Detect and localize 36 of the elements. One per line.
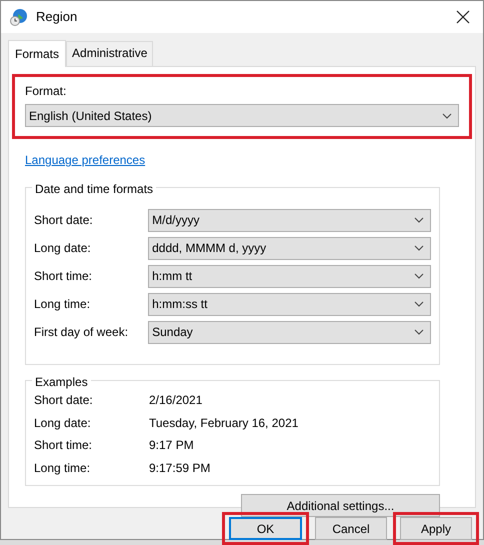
dialog-button[interactable]: OK xyxy=(229,517,302,540)
chevron-down-icon xyxy=(414,301,424,307)
field-label: Long time: xyxy=(34,460,92,477)
window-title: Region xyxy=(36,8,78,26)
chevron-down-icon xyxy=(414,245,424,251)
format-dropdown[interactable]: h:mm:ss tt xyxy=(148,292,431,316)
field-label: Short date: xyxy=(34,212,94,229)
field-label: Long time: xyxy=(34,296,92,313)
chevron-down-icon xyxy=(414,273,424,279)
format-dropdown[interactable]: M/d/yyyy xyxy=(148,208,431,232)
language-preferences-link[interactable]: Language preferences xyxy=(25,153,146,167)
dialog-button[interactable]: Cancel xyxy=(315,517,387,540)
example-value: 2/16/2021 xyxy=(149,392,202,410)
close-icon xyxy=(456,10,470,24)
field-label: Short date: xyxy=(34,392,94,410)
format-dropdown[interactable]: Sunday xyxy=(148,320,431,344)
format-dropdown[interactable]: h:mm tt xyxy=(148,264,431,288)
field-label: Format: xyxy=(25,83,68,100)
field-label: Short time: xyxy=(34,437,94,454)
chevron-down-icon xyxy=(414,217,424,223)
dialog-button[interactable]: Apply xyxy=(400,517,472,540)
chevron-down-icon xyxy=(414,329,424,335)
globe-clock-icon xyxy=(10,8,28,26)
additional-settings-button[interactable]: Additional settings... xyxy=(241,494,440,517)
field-label: Long date: xyxy=(34,240,92,257)
field-label: Short time: xyxy=(34,268,94,285)
example-value: 9:17:59 PM xyxy=(149,460,210,477)
example-value: Tuesday, February 16, 2021 xyxy=(149,414,298,432)
chevron-down-icon xyxy=(442,112,452,118)
example-value: 9:17 PM xyxy=(149,437,194,454)
field-label: First day of week: xyxy=(34,324,130,341)
tab[interactable]: Formats xyxy=(8,40,66,67)
format-dropdown[interactable]: dddd, MMMM d, yyyy xyxy=(148,236,431,260)
tab[interactable]: Administrative xyxy=(66,41,154,66)
format-dropdown[interactable]: English (United States) xyxy=(25,104,459,127)
field-label: Long date: xyxy=(34,414,92,432)
